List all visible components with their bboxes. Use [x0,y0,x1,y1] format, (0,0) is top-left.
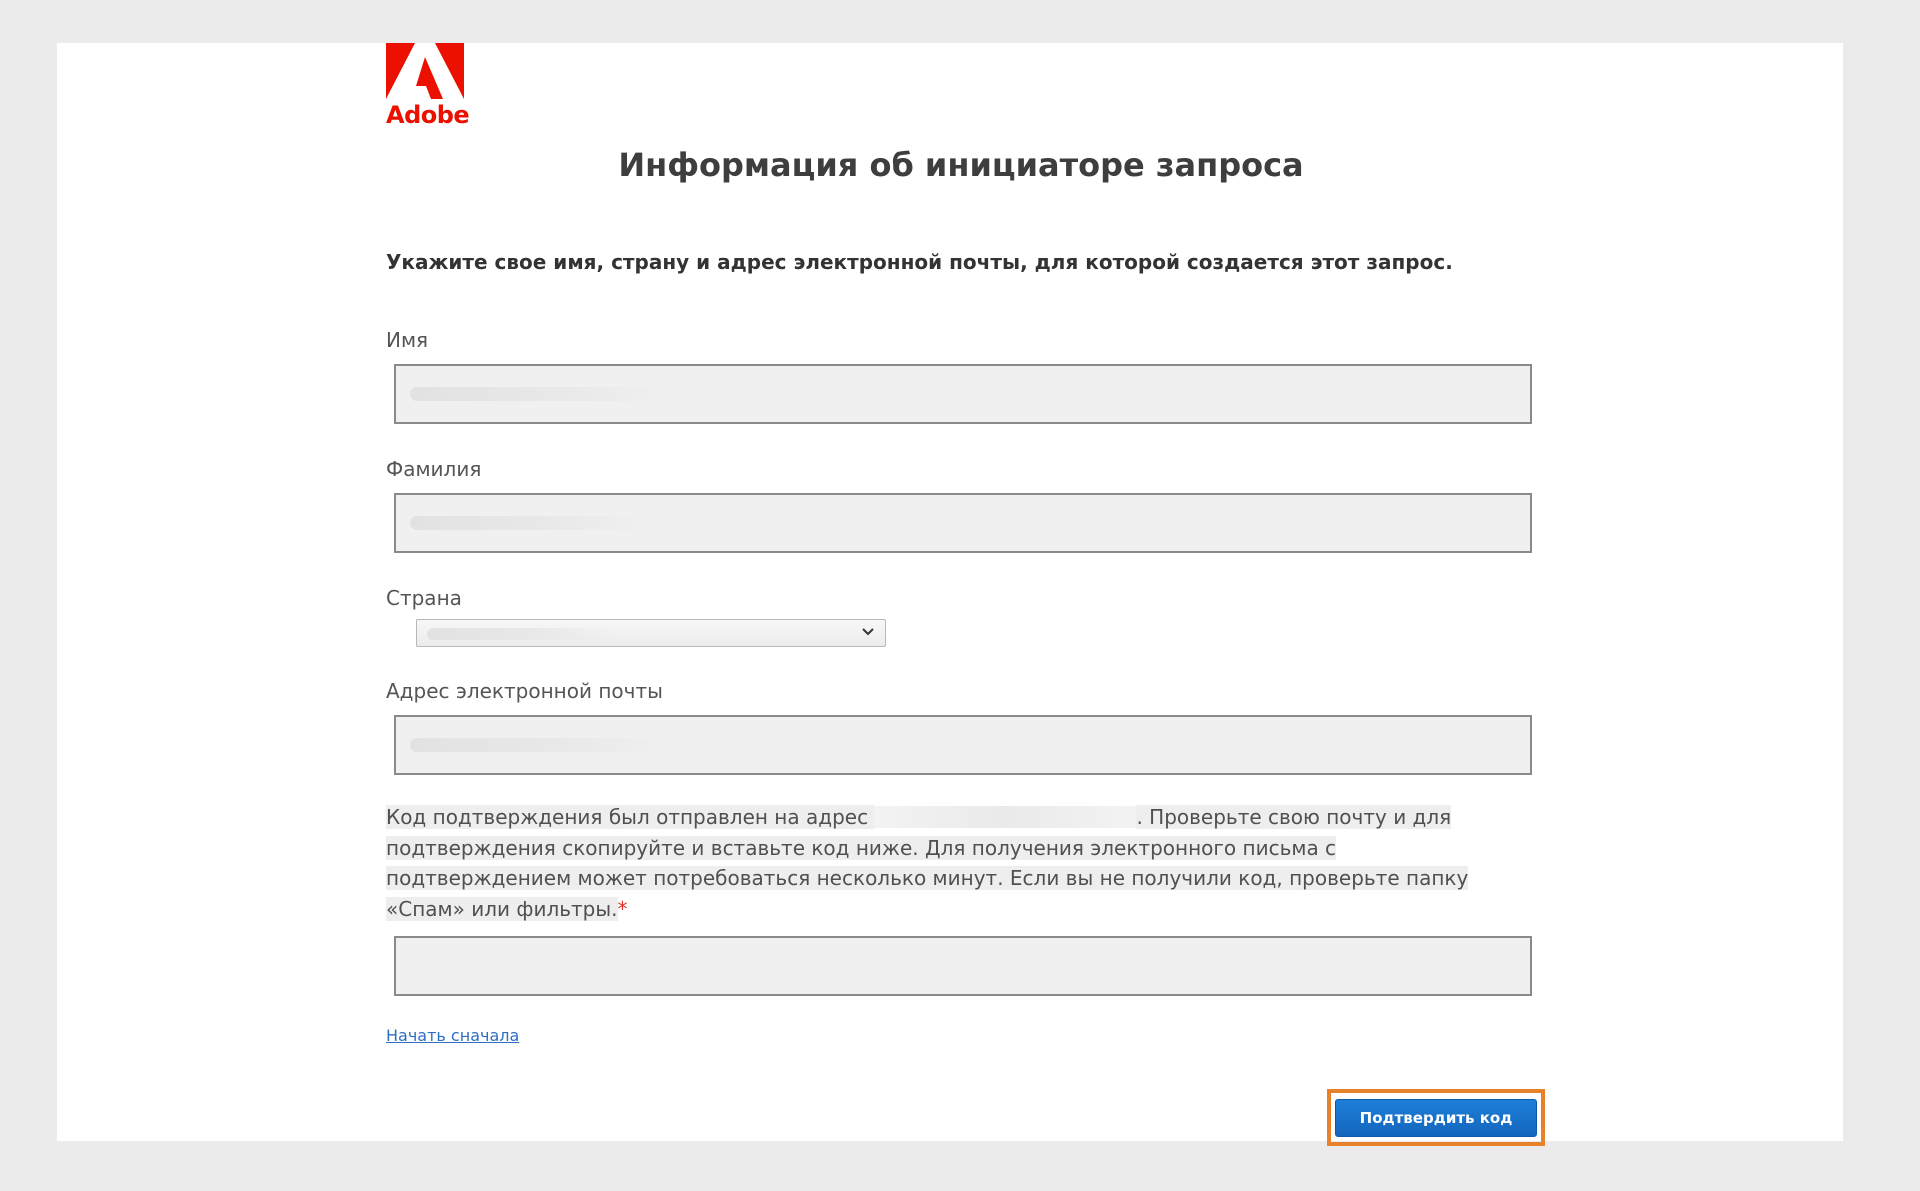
verification-code-input[interactable] [396,938,1530,994]
chevron-down-icon [862,628,874,636]
form-instructions: Укажите свое имя, страну и адрес электро… [386,250,1453,274]
verification-code-field[interactable] [394,936,1532,996]
email-label: Адрес электронной почты [386,679,663,703]
verify-code-button[interactable]: Подтвердить код [1335,1099,1537,1137]
last-name-field[interactable] [394,493,1532,553]
email-field[interactable] [394,715,1532,775]
first-name-input[interactable] [396,366,1530,422]
last-name-input[interactable] [396,495,1530,551]
verification-text-before: Код подтверждения был отправлен на адрес [386,805,875,829]
last-name-label: Фамилия [386,457,482,481]
required-marker: * [617,896,628,921]
verification-notice: Код подтверждения был отправлен на адрес… [386,802,1516,924]
first-name-label: Имя [386,328,429,352]
email-input[interactable] [396,717,1530,773]
page-title: Информация об инициаторе запроса [618,146,1304,184]
adobe-logo-icon [386,43,464,99]
country-select[interactable] [416,619,886,647]
restart-link[interactable]: Начать сначала [386,1026,519,1045]
first-name-field[interactable] [394,364,1532,424]
redacted-email [874,806,1137,828]
adobe-logo: Adobe [386,43,470,135]
country-label: Страна [386,586,462,610]
logo-wordmark: Adobe [386,101,470,129]
redacted-value [427,628,617,640]
